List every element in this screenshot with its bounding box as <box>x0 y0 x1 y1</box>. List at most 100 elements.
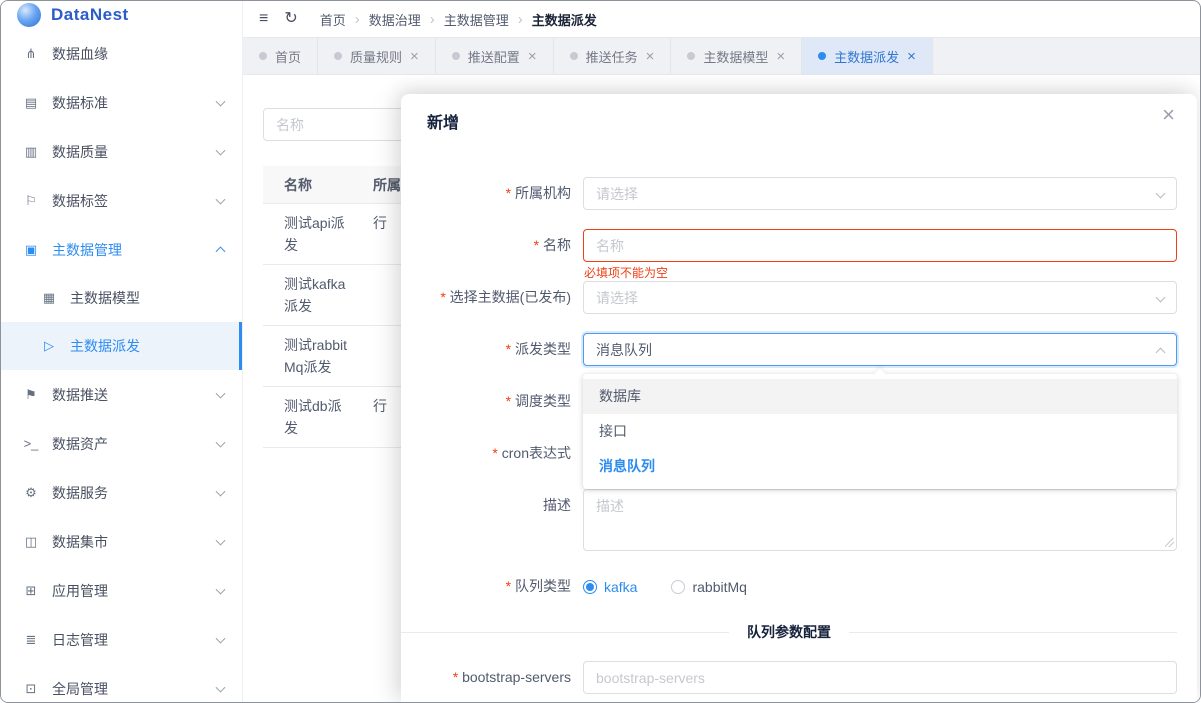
modal-title: 新增 <box>427 115 459 132</box>
tab-master-data-dispatch[interactable]: 主数据派发 × <box>802 38 933 74</box>
chevron-up-icon <box>1156 348 1166 358</box>
cell-name: 测试rabbitMq派发 <box>263 326 373 386</box>
schedule-type-label: 调度类型 <box>401 385 583 418</box>
form-row-org: 所属机构 请选择 <box>401 177 1197 210</box>
chevron-down-icon <box>1156 293 1166 303</box>
assets-icon: >_ <box>21 436 41 451</box>
sidebar-item-data-tags[interactable]: ⚐ 数据标签 <box>1 176 242 225</box>
tab-master-data-model[interactable]: 主数据模型 × <box>671 38 802 74</box>
section-divider: 队列参数配置 <box>401 622 1177 642</box>
add-dispatch-form: 所属机构 请选择 名称 必填项不能为空 选择主数据(已发布) <box>401 177 1197 694</box>
chevron-down-icon <box>1156 189 1166 199</box>
tab-dot <box>818 52 826 60</box>
tab-quality-rules[interactable]: 质量规则 × <box>318 38 436 74</box>
radio-rabbitmq[interactable]: rabbitMq <box>671 579 746 595</box>
tab-dot <box>259 52 267 60</box>
resize-handle[interactable] <box>1165 538 1174 547</box>
breadcrumb-current: 主数据派发 <box>532 10 597 29</box>
tab-close-icon[interactable]: × <box>646 49 655 64</box>
modal-header: 新增 × <box>401 94 1197 133</box>
sidebar-item-log-management[interactable]: ≣ 日志管理 <box>1 615 242 664</box>
lineage-icon: ⋔ <box>21 46 41 62</box>
master-data-label: 选择主数据(已发布) <box>401 281 583 314</box>
tags-icon: ⚐ <box>21 193 41 209</box>
tab-close-icon[interactable]: × <box>907 49 916 64</box>
name-error-message: 必填项不能为空 <box>584 264 668 281</box>
sidebar-item-app-management[interactable]: ⊞ 应用管理 <box>1 566 242 615</box>
sidebar-item-data-assets[interactable]: >_ 数据资产 <box>1 419 242 468</box>
dropdown-option-api[interactable]: 接口 <box>583 414 1177 449</box>
dispatch-type-select[interactable]: 消息队列 <box>583 333 1177 366</box>
sidebar-item-data-push[interactable]: ⚑ 数据推送 <box>1 370 242 419</box>
model-icon: ▦ <box>39 290 59 306</box>
apps-icon: ⊞ <box>21 583 41 599</box>
sidebar-item-global-management[interactable]: ⊡ 全局管理 <box>1 664 242 703</box>
sidebar-item-master-data-model[interactable]: ▦ 主数据模型 <box>1 274 242 322</box>
sidebar-item-data-standards[interactable]: ▤ 数据标准 <box>1 78 242 127</box>
sidebar-item-data-mart[interactable]: ◫ 数据集市 <box>1 517 242 566</box>
breadcrumb-master-data-management[interactable]: 主数据管理 <box>444 10 509 29</box>
org-label: 所属机构 <box>401 177 583 210</box>
cron-label: cron表达式 <box>401 437 583 470</box>
radio-icon <box>583 580 597 594</box>
tab-dot <box>570 52 578 60</box>
logo-icon <box>17 3 41 27</box>
tab-bar: 首页 质量规则 × 推送配置 × 推送任务 × 主数据模型 × <box>243 37 1200 75</box>
sidebar-item-master-data-management[interactable]: ▣ 主数据管理 <box>1 225 242 274</box>
sidebar-item-data-services[interactable]: ⚙ 数据服务 <box>1 468 242 517</box>
form-row-queue-type: 队列类型 kafka rabbitMq <box>401 570 1197 603</box>
form-row-master-data: 选择主数据(已发布) 请选择 <box>401 281 1197 314</box>
sidebar-menu: ⋔ 数据血缘 ▤ 数据标准 ▥ 数据质量 ⚐ 数据标签 ▣ 主数据管理 <box>1 29 242 703</box>
breadcrumb-separator-icon: › <box>355 11 360 28</box>
name-label: 名称 <box>401 229 583 262</box>
tab-push-config[interactable]: 推送配置 × <box>436 38 554 74</box>
tab-close-icon[interactable]: × <box>410 49 419 64</box>
cell-name: 测试kafka派发 <box>263 265 373 325</box>
bootstrap-servers-label: bootstrap-servers <box>401 661 583 694</box>
refresh-icon[interactable]: ↻ <box>284 11 297 27</box>
description-label: 描述 <box>401 489 583 551</box>
queue-type-radio-group: kafka rabbitMq <box>583 570 1177 603</box>
breadcrumb-separator-icon: › <box>518 11 523 28</box>
dropdown-option-message-queue[interactable]: 消息队列 <box>583 449 1177 484</box>
tab-close-icon[interactable]: × <box>528 49 537 64</box>
dispatch-icon: ▷ <box>39 338 59 354</box>
standards-icon: ▤ <box>21 95 41 111</box>
bootstrap-servers-input[interactable] <box>583 661 1177 694</box>
sidebar-item-data-lineage[interactable]: ⋔ 数据血缘 <box>1 29 242 78</box>
tab-dot <box>452 52 460 60</box>
tab-push-tasks[interactable]: 推送任务 × <box>554 38 672 74</box>
radio-icon <box>671 580 685 594</box>
sidebar-item-master-data-dispatch[interactable]: ▷ 主数据派发 <box>1 322 242 370</box>
add-dispatch-modal: 新增 × 所属机构 请选择 名称 必填项不能为空 <box>401 94 1197 702</box>
master-data-icon: ▣ <box>21 242 41 258</box>
description-textarea[interactable] <box>583 489 1177 551</box>
breadcrumb-data-governance[interactable]: 数据治理 <box>369 10 421 29</box>
master-data-select[interactable]: 请选择 <box>583 281 1177 314</box>
dispatch-type-dropdown: 数据库 接口 消息队列 <box>583 374 1177 489</box>
quality-icon: ▥ <box>21 144 41 160</box>
sidebar: DataNest ⋔ 数据血缘 ▤ 数据标准 ▥ 数据质量 ⚐ 数据标签 <box>1 1 243 702</box>
radio-kafka[interactable]: kafka <box>583 579 637 595</box>
section-title: 队列参数配置 <box>747 622 831 642</box>
topbar: ≡ ↻ 首页 › 数据治理 › 主数据管理 › 主数据派发 <box>243 1 1200 37</box>
services-icon: ⚙ <box>21 485 41 501</box>
app-logo: DataNest <box>1 1 242 29</box>
breadcrumb: 首页 › 数据治理 › 主数据管理 › 主数据派发 <box>320 10 597 29</box>
close-icon[interactable]: × <box>1162 104 1175 126</box>
mart-icon: ◫ <box>21 534 41 550</box>
form-row-name: 名称 必填项不能为空 <box>401 229 1197 262</box>
cell-name: 测试api派发 <box>263 204 373 264</box>
name-input[interactable] <box>583 229 1177 262</box>
tab-home[interactable]: 首页 <box>243 38 318 74</box>
org-select[interactable]: 请选择 <box>583 177 1177 210</box>
column-header-name: 名称 <box>263 175 373 195</box>
collapse-sidebar-icon[interactable]: ≡ <box>259 11 268 27</box>
cell-name: 测试db派发 <box>263 387 373 447</box>
form-row-dispatch-type: 派发类型 消息队列 数据库 接口 消息队列 <box>401 333 1197 366</box>
dropdown-option-database[interactable]: 数据库 <box>583 379 1177 414</box>
sidebar-item-data-quality[interactable]: ▥ 数据质量 <box>1 127 242 176</box>
tab-close-icon[interactable]: × <box>776 49 785 64</box>
push-icon: ⚑ <box>21 387 41 403</box>
breadcrumb-home[interactable]: 首页 <box>320 10 346 29</box>
